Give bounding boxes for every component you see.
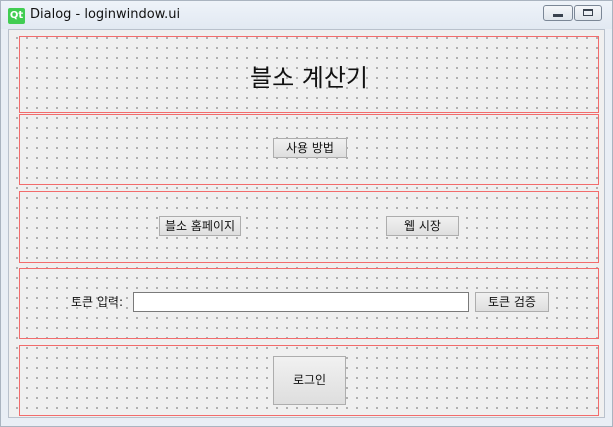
app-title: 블소 계산기 [249,64,369,92]
links-layout: 블소 홈페이지 웹 시장 [19,191,599,263]
minimize-icon [553,14,563,17]
homepage-button[interactable]: 블소 홈페이지 [159,216,241,236]
maximize-button[interactable] [574,5,602,21]
title-bar[interactable]: Qt Dialog - loginwindow.ui [1,1,612,29]
minimize-button[interactable] [543,5,573,21]
token-label: 토큰 입력: [71,295,124,309]
maximize-icon [583,9,593,16]
qt-logo-icon: Qt [8,8,25,24]
title-layout: 블소 계산기 [19,36,599,113]
usage-layout: 사용 방법 [19,114,599,185]
login-button[interactable]: 로그인 [273,356,346,405]
webmarket-button[interactable]: 웹 시장 [386,216,459,236]
login-layout: 로그인 [19,345,599,416]
dialog-window: Qt Dialog - loginwindow.ui 블소 계산기 사용 방법 … [0,0,613,427]
form-canvas: 블소 계산기 사용 방법 블소 홈페이지 웹 시장 토큰 입력: 토큰 검증 로… [8,29,605,418]
usage-button[interactable]: 사용 방법 [273,138,347,158]
token-input[interactable] [133,292,469,312]
verify-token-button[interactable]: 토큰 검증 [475,292,549,312]
token-layout: 토큰 입력: 토큰 검증 [19,268,599,339]
window-title: Dialog - loginwindow.ui [30,7,181,22]
